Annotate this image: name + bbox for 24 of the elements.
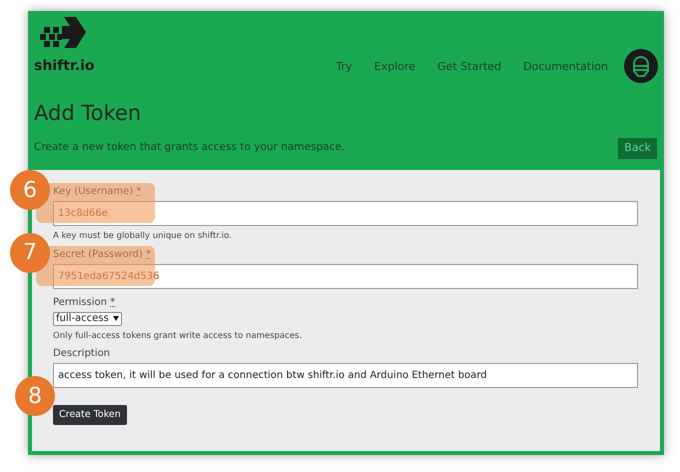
- permission-select[interactable]: full-access: [53, 312, 122, 326]
- caret-icon: [112, 316, 119, 321]
- field-label: Secret (Password) *: [53, 250, 152, 260]
- callout-number: 8: [15, 376, 55, 416]
- page-title: Add Token: [34, 103, 142, 124]
- nav-link[interactable]: Documentation: [523, 58, 608, 75]
- logo-icon: [40, 17, 86, 51]
- create-token-button[interactable]: Create Token: [53, 405, 127, 426]
- page-subtitle: Create a new token that grants access to your namespace.: [34, 140, 345, 156]
- nav-link[interactable]: Explore: [374, 58, 416, 75]
- field-label: Description: [53, 349, 111, 359]
- callout-number: 6: [10, 170, 50, 210]
- back-button[interactable]: Back: [618, 138, 657, 158]
- help-text: A key must be globally unique on shiftr.io.: [53, 232, 233, 240]
- input-field[interactable]: 13c8d66e: [53, 201, 638, 226]
- callout-number: 7: [10, 232, 50, 272]
- nav-link[interactable]: Get Started: [437, 58, 502, 75]
- field-label: Key (Username) *: [53, 187, 142, 197]
- input-field[interactable]: access token, it will be used for a connection btw shiftr.io and Arduino Ethernet board: [53, 363, 638, 388]
- avatar-icon[interactable]: [624, 49, 658, 83]
- help-text: Only full-access tokens grant write access to namespaces.: [53, 332, 303, 340]
- field-label: Permission *: [53, 298, 116, 308]
- nav-link[interactable]: Try: [336, 58, 352, 75]
- brand-name[interactable]: shiftr.io: [34, 59, 95, 73]
